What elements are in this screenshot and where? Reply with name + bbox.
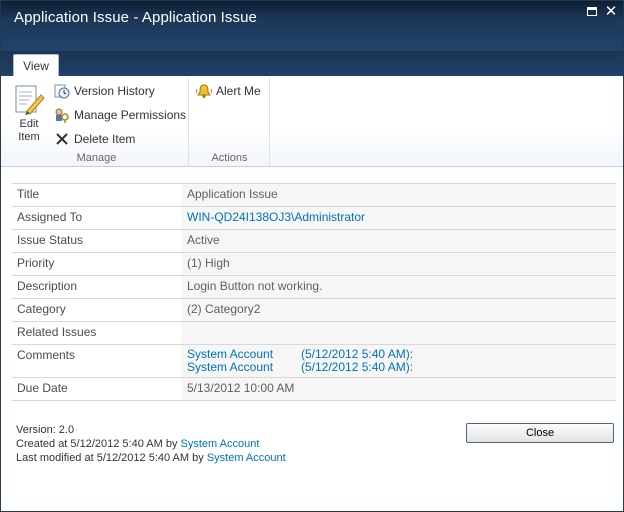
field-row-category: Category (2) Category2	[12, 298, 616, 322]
ribbon-tab-strip: View	[1, 51, 623, 77]
bell-icon	[196, 84, 212, 98]
close-icon[interactable]: ✕	[604, 4, 618, 19]
field-row-comments: Comments System Account (5/12/2012 5:40 A…	[12, 344, 616, 378]
field-label: Description	[12, 275, 182, 299]
alert-me-button[interactable]: Alert Me	[196, 81, 261, 101]
field-row-description: Description Login Button not working.	[12, 275, 616, 299]
field-value: System Account (5/12/2012 5:40 AM): Syste…	[182, 344, 616, 378]
modified-by-link[interactable]: System Account	[207, 452, 286, 464]
group-label-actions: Actions	[211, 152, 248, 164]
field-value: Login Button not working.	[182, 275, 616, 299]
group-label-manage: Manage	[76, 152, 117, 164]
version-history-icon	[54, 84, 70, 99]
version-history-label: Version History	[74, 84, 155, 98]
comment-date-link[interactable]: (5/12/2012 5:40 AM)	[301, 360, 410, 374]
delete-item-label: Delete Item	[74, 132, 136, 146]
version-text: Version: 2.0	[16, 424, 75, 436]
ribbon: Edit Item Version History Manage Permiss…	[1, 76, 623, 167]
field-value: (1) High	[182, 252, 616, 276]
field-label: Issue Status	[12, 229, 182, 253]
item-version-info: Version: 2.0 Created at 5/12/2012 5:40 A…	[16, 423, 286, 465]
field-label: Due Date	[12, 377, 182, 401]
edit-item-label-line2: Item	[18, 131, 40, 143]
field-label: Assigned To	[12, 206, 182, 230]
item-dialog: Application Issue - Application Issue ✕ …	[0, 0, 624, 512]
edit-item-button[interactable]: Edit Item	[7, 84, 51, 146]
field-value: WIN-QD24I138OJ3\Administrator	[182, 206, 616, 230]
field-label: Comments	[12, 344, 182, 378]
field-value: (2) Category2	[182, 298, 616, 322]
manage-permissions-label: Manage Permissions	[74, 108, 187, 122]
version-history-button[interactable]: Version History	[54, 81, 155, 101]
field-value: 5/13/2012 10:00 AM	[182, 377, 616, 401]
comment-author-link[interactable]: System Account	[187, 361, 301, 374]
comment-suffix: :	[409, 360, 414, 374]
delete-icon	[56, 133, 68, 145]
alert-me-label: Alert Me	[216, 84, 261, 98]
modified-prefix: Last modified at 5/12/2012 5:40 AM by	[16, 452, 204, 464]
field-label: Related Issues	[12, 321, 182, 345]
manage-permissions-button[interactable]: Manage Permissions	[54, 105, 186, 125]
field-value: Active	[182, 229, 616, 253]
field-row-assigned-to: Assigned To WIN-QD24I138OJ3\Administrato…	[12, 206, 616, 230]
maximize-icon[interactable]	[585, 5, 599, 19]
edit-item-label-line1: Edit	[19, 118, 39, 130]
field-label: Priority	[12, 252, 182, 276]
ribbon-group-manage: Edit Item Version History Manage Permiss…	[5, 78, 189, 166]
field-row-due-date: Due Date 5/13/2012 10:00 AM	[12, 377, 616, 401]
tab-view[interactable]: View	[13, 54, 59, 77]
field-value	[182, 321, 616, 345]
field-row-priority: Priority (1) High	[12, 252, 616, 276]
manage-permissions-icon	[55, 108, 69, 123]
field-label: Category	[12, 298, 182, 322]
field-row-title: Title Application Issue	[12, 183, 616, 207]
comment-entry: System Account (5/12/2012 5:40 AM):	[187, 361, 611, 374]
comment-suffix: :	[409, 347, 414, 361]
assigned-to-link[interactable]: WIN-QD24I138OJ3\Administrator	[187, 210, 365, 224]
modified-info: Last modified at 5/12/2012 5:40 AM by Sy…	[16, 451, 286, 465]
ribbon-group-actions: Alert Me Actions	[190, 78, 270, 166]
dialog-title: Application Issue - Application Issue	[14, 9, 258, 26]
item-fields-table: Title Application Issue Assigned To WIN-…	[12, 183, 616, 401]
field-value: Application Issue	[182, 183, 616, 207]
item-content: Title Application Issue Assigned To WIN-…	[1, 167, 623, 511]
edit-item-icon	[15, 85, 45, 115]
field-row-issue-status: Issue Status Active	[12, 229, 616, 253]
created-info: Created at 5/12/2012 5:40 AM by System A…	[16, 437, 286, 451]
delete-item-button[interactable]: Delete Item	[54, 129, 135, 149]
created-prefix: Created at 5/12/2012 5:40 AM by	[16, 438, 178, 450]
field-row-related-issues: Related Issues	[12, 321, 616, 345]
comment-date-link[interactable]: (5/12/2012 5:40 AM)	[301, 347, 410, 361]
created-by-link[interactable]: System Account	[181, 438, 260, 450]
dialog-titlebar: Application Issue - Application Issue ✕	[1, 1, 623, 51]
field-label: Title	[12, 183, 182, 207]
close-button[interactable]: Close	[466, 423, 614, 443]
